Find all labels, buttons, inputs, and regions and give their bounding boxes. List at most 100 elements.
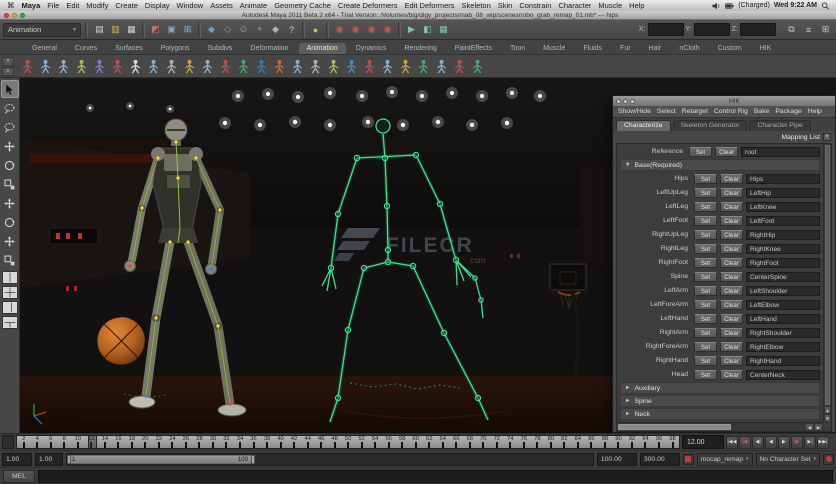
rotate-tool[interactable] [1, 156, 19, 174]
mapping-value-field[interactable]: LeftShoulder [746, 285, 820, 296]
set-button[interactable]: Set [694, 257, 717, 268]
shelf-item-button[interactable] [145, 58, 162, 75]
coord-input-x[interactable] [647, 23, 684, 36]
select-hierarchy-button[interactable]: ◩ [148, 22, 163, 37]
mapping-value-field[interactable]: root [741, 146, 820, 157]
mapping-value-field[interactable]: RightElbow [746, 341, 820, 352]
shelf-item-button[interactable] [307, 58, 324, 75]
mapping-value-field[interactable]: RightHand [746, 355, 820, 366]
shelf-item-button[interactable] [235, 58, 252, 75]
menu-display[interactable]: Display [144, 1, 171, 10]
step-forward-key-button[interactable]: ▶| [804, 435, 816, 449]
hik-tab-character-pipe[interactable]: Character Pipe [749, 120, 811, 131]
step-back-key-button[interactable]: |◀ [739, 435, 751, 449]
menu-window[interactable]: Window [176, 1, 205, 10]
attribute-editor-button[interactable]: ⊞ [818, 22, 833, 37]
mapping-list-vscrollbar[interactable]: ▲ ▼ [823, 144, 831, 422]
battery-icon[interactable] [725, 2, 734, 10]
record-button[interactable] [823, 453, 834, 465]
show-manipulator-tool[interactable] [1, 232, 19, 250]
scroll-left-icon[interactable]: ◀ [805, 423, 814, 431]
shelf-tab-animation[interactable]: Animation [298, 43, 346, 54]
shelf-item-button[interactable] [433, 58, 450, 75]
section-base-required[interactable]: ▼ Base(Required) [620, 159, 820, 171]
menu-edit[interactable]: Edit [65, 1, 80, 10]
shelf-item-button[interactable] [109, 58, 126, 75]
mapping-value-field[interactable]: Hips [746, 173, 820, 184]
input-connections-button[interactable]: ◉ [332, 22, 347, 37]
section-auxiliary[interactable]: ► Auxiliary [620, 382, 820, 394]
clear-button[interactable]: Clear [720, 271, 743, 282]
hik-close-button[interactable] [616, 98, 621, 104]
save-scene-button[interactable]: ▦ [124, 22, 139, 37]
shelf-tab-surfaces[interactable]: Surfaces [107, 43, 151, 54]
timeline-ruler[interactable]: 2 4 6 8 10 12 14 16 18 20 22 24 26 28 30 32 34 36 38 40 42 44… [16, 435, 680, 449]
scale-tool[interactable] [1, 175, 19, 193]
layout-shortcut-1[interactable] [1, 271, 18, 284]
basketball[interactable] [96, 316, 146, 366]
shelf-item-button[interactable] [397, 58, 414, 75]
output-connections-button[interactable]: ◉ [348, 22, 363, 37]
make-live-button[interactable]: ◆ [268, 22, 283, 37]
play-backwards-button[interactable]: ◀ [765, 435, 777, 449]
clear-button[interactable]: Clear [720, 201, 743, 212]
snap-grid-button[interactable]: ◆ [204, 22, 219, 37]
shelf-item-button[interactable] [199, 58, 216, 75]
shelf-tab-hik[interactable]: HIK [752, 43, 780, 54]
new-scene-button[interactable]: ▤ [92, 22, 107, 37]
scroll-down-icon[interactable]: ▼ [824, 414, 831, 422]
hscroll-thumb[interactable] [618, 424, 732, 430]
auto-keyframe-toggle[interactable] [682, 453, 694, 465]
menu-file[interactable]: File [46, 1, 60, 10]
set-button[interactable]: Set [694, 243, 717, 254]
menu-edit-deformers[interactable]: Edit Deformers [404, 1, 456, 10]
hik-tab-characterize[interactable]: Characterize [616, 120, 671, 131]
playback-end-field[interactable]: 100.00 [596, 452, 637, 466]
clear-button[interactable]: Clear [720, 341, 743, 352]
shelf-options-button[interactable]: ≡ [2, 66, 14, 76]
soft-modification-tool[interactable] [1, 213, 19, 231]
volume-icon[interactable] [712, 2, 721, 10]
set-button[interactable]: Set [694, 313, 717, 324]
shelf-tab-dynamics[interactable]: Dynamics [348, 43, 395, 54]
character-set-dropdown[interactable]: No Character Set ▾ [755, 452, 820, 466]
coord-input-z[interactable] [740, 23, 776, 36]
layout-shortcut-3[interactable] [1, 301, 18, 314]
shelf-tab-custom[interactable]: Custom [710, 43, 750, 54]
history-button[interactable]: ◉ [364, 22, 379, 37]
clear-button[interactable]: Clear [720, 313, 743, 324]
set-button[interactable]: Set [689, 146, 712, 157]
window-titlebar[interactable]: Autodesk Maya 2011 Beta 2 x64 - Trial Ve… [0, 11, 836, 20]
play-forwards-button[interactable]: ▶ [778, 435, 790, 449]
character-menu-dropdown[interactable]: mocap_remap ▾ [696, 452, 753, 466]
current-time-field[interactable]: 12.00 [682, 435, 724, 449]
menu-skeleton[interactable]: Skeleton [461, 1, 492, 10]
playback-range-bar[interactable]: 1 100 [68, 454, 253, 464]
construction-history-button[interactable]: ◉ [380, 22, 395, 37]
scroll-right-icon[interactable]: ▶ [814, 423, 823, 431]
mapping-value-field[interactable]: CenterSpine [746, 271, 820, 282]
shelf-tab-ncloth[interactable]: nCloth [671, 43, 707, 54]
clear-button[interactable]: Clear [720, 327, 743, 338]
shelf-tab-curves[interactable]: Curves [67, 43, 105, 54]
mapping-value-field[interactable]: LeftFoot [746, 215, 820, 226]
render-settings-button[interactable]: ▦ [436, 22, 451, 37]
shelf-tab-painteffects[interactable]: PaintEffects [447, 43, 500, 54]
shelf-item-button[interactable] [343, 58, 360, 75]
set-button[interactable]: Set [694, 229, 717, 240]
menu-maya[interactable]: Maya [21, 1, 42, 10]
shelf-tab-subdivs[interactable]: Subdivs [200, 43, 241, 54]
shelf-tab-general[interactable]: General [24, 43, 65, 54]
shelf-item-button[interactable] [127, 58, 144, 75]
shelf-item-button[interactable] [469, 58, 486, 75]
clear-button[interactable]: Clear [720, 285, 743, 296]
clear-button[interactable]: Clear [720, 173, 743, 184]
close-window-button[interactable] [4, 12, 9, 18]
set-button[interactable]: Set [694, 355, 717, 366]
section-spine[interactable]: ► Spine [620, 395, 820, 407]
hik-menu-bake[interactable]: Bake [754, 108, 770, 115]
range-slider-track[interactable]: 1 100 [66, 452, 594, 466]
minimize-window-button[interactable] [12, 12, 17, 18]
shelf-tab-menu-button[interactable]: ▾ [2, 56, 14, 66]
shelf-item-button[interactable] [361, 58, 378, 75]
